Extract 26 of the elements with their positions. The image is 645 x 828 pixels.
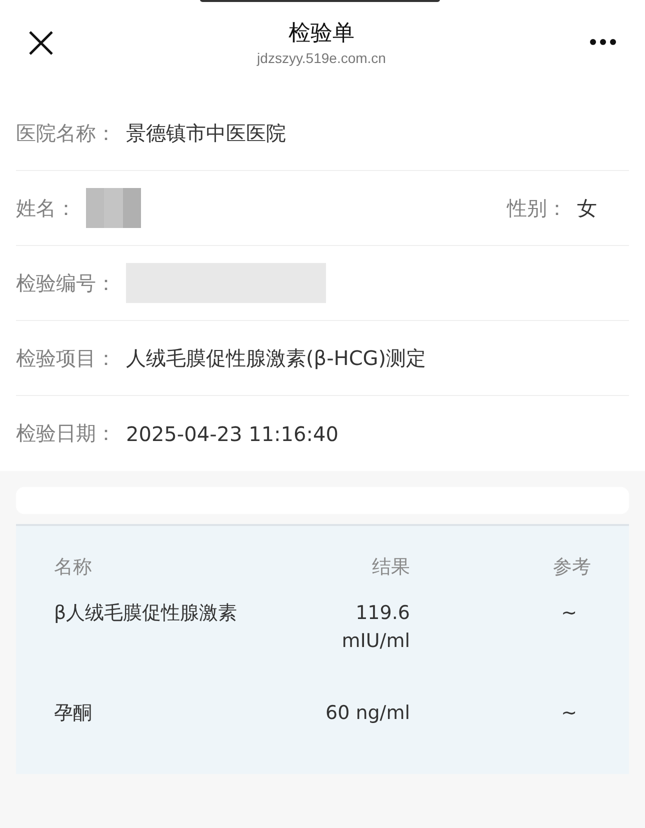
table-cell-text: 孕酮 (54, 701, 93, 726)
table-cell-text: ~ (560, 601, 578, 626)
more-icon (589, 38, 617, 46)
redacted-block (86, 188, 141, 228)
table-cell-text: 60 ng/ml (324, 701, 410, 726)
field-label: 检验编号： (16, 270, 116, 296)
field-label: 医院名称： (16, 120, 116, 146)
column-header: 结果 (371, 555, 410, 580)
column-header: 名称 (54, 555, 93, 580)
close-icon (28, 30, 54, 56)
close-button[interactable] (28, 30, 54, 56)
field-value: 景德镇市中医医院 (126, 120, 286, 146)
field-label: 检验日期： (16, 420, 116, 447)
page-title: 检验单 (288, 20, 354, 48)
table-cell-text: 119.6 mIU/ml (340, 601, 410, 654)
more-button[interactable] (589, 38, 617, 46)
table-cell-text: ~ (560, 701, 578, 726)
field-value: 人绒毛膜促性腺激素(β-HCG)测定 (126, 344, 426, 372)
page-url: jdzszyy.519e.com.cn (257, 50, 386, 66)
field-value: 女 (577, 194, 597, 222)
table-cell-text: β人绒毛膜促性腺激素 (54, 601, 238, 626)
field-label: 姓名： (16, 194, 76, 222)
field-label: 性别： (507, 194, 567, 222)
field-label: 检验项目： (16, 344, 116, 372)
column-header: 参考 (552, 555, 591, 580)
field-value: 2025-04-23 11:16:40 (126, 422, 338, 446)
